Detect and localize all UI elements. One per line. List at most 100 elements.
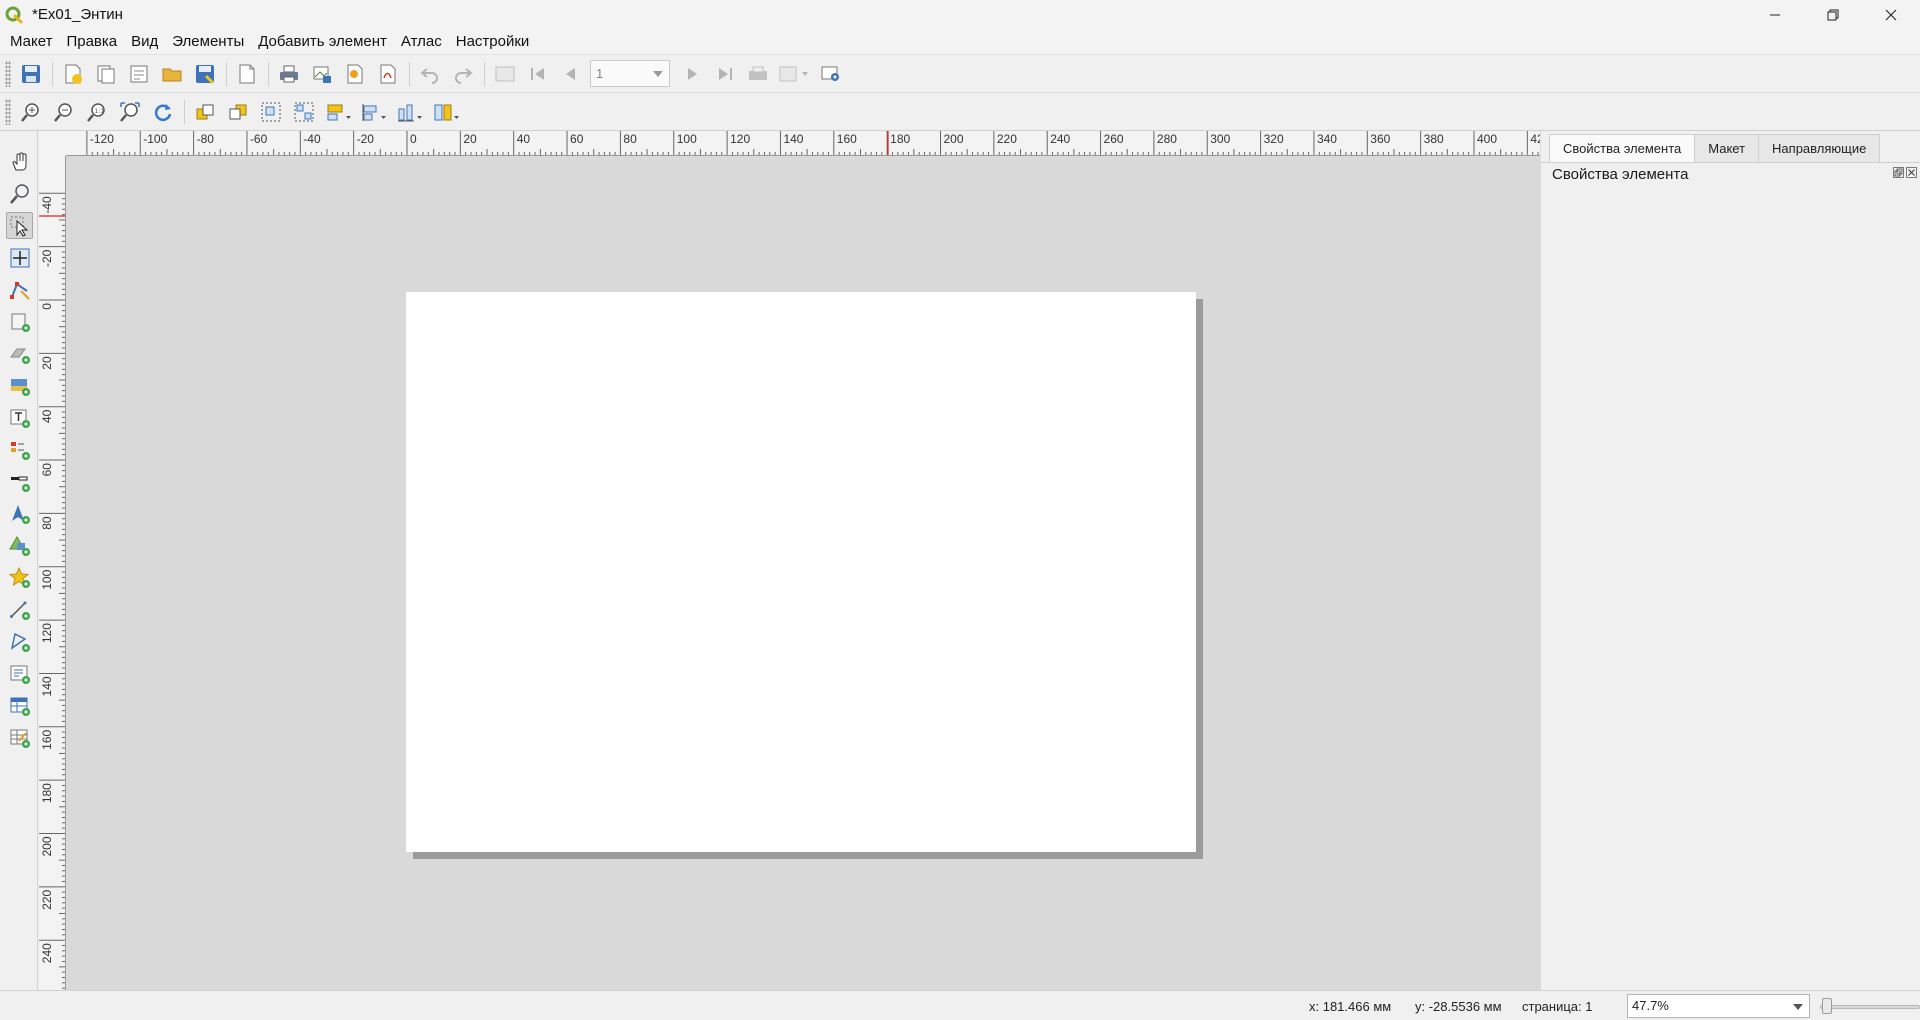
menu-add-item[interactable]: Добавить элемент (251, 29, 394, 54)
dock-close-button[interactable] (1906, 167, 1917, 178)
menu-layout[interactable]: Макет (3, 29, 59, 54)
ruler-label: 40 (517, 132, 531, 146)
toolbar-handle[interactable] (5, 98, 11, 125)
vertical-ruler[interactable]: -40 -20 0 20 40 60 80 100 120 140 160 180 200 220 240 (39, 156, 66, 990)
distribute-button[interactable] (395, 98, 425, 125)
menu-items[interactable]: Элементы (165, 29, 251, 54)
atlas-page-spinbox[interactable]: 1 (590, 60, 670, 87)
tab-layout[interactable]: Макет (1694, 134, 1760, 162)
layout-canvas[interactable] (66, 156, 1540, 990)
zoom-tool-icon (9, 183, 29, 204)
zoom-out-button[interactable] (50, 98, 77, 125)
zoom-in-button[interactable] (17, 98, 44, 125)
new-layout-button[interactable] (59, 60, 86, 87)
zoom-combobox[interactable]: 47.7% (1627, 994, 1810, 1018)
ruler-label: 340 (1317, 132, 1337, 146)
duplicate-layout-button[interactable] (92, 60, 119, 87)
select-move-tool-button[interactable] (6, 212, 33, 239)
save-button[interactable] (17, 60, 44, 87)
ruler-label: 200 (944, 132, 964, 146)
redo-button[interactable] (449, 60, 476, 87)
lower-items-button[interactable] (224, 98, 251, 125)
atlas-settings-button[interactable] (817, 60, 844, 87)
ruler-label: 0 (410, 132, 417, 146)
zoom-tool-button[interactable] (6, 180, 33, 207)
add-pages-button[interactable] (233, 60, 260, 87)
layout-manager-button[interactable] (125, 60, 152, 87)
export-image-icon (313, 66, 331, 83)
add-marker-tool-button[interactable] (6, 564, 33, 591)
previous-feature-button[interactable] (557, 60, 584, 87)
undo-button[interactable] (416, 60, 443, 87)
raise-items-button[interactable] (191, 98, 218, 125)
atlas-print-button[interactable] (744, 60, 771, 87)
atlas-export-button[interactable] (777, 60, 811, 87)
align-top-button[interactable] (359, 98, 389, 125)
align-left-button[interactable] (323, 98, 353, 125)
last-feature-button[interactable] (711, 60, 738, 87)
zoom-actual-button[interactable]: 1:1 (83, 98, 110, 125)
menu-settings[interactable]: Настройки (449, 29, 537, 54)
refresh-button[interactable] (149, 98, 176, 125)
add-label-tool-button[interactable] (6, 404, 33, 431)
ruler-label: 20 (463, 132, 477, 146)
next-feature-button[interactable] (678, 60, 705, 87)
add-north-arrow-tool-button[interactable] (6, 500, 33, 527)
new-layout-icon (65, 64, 82, 84)
group-items-button[interactable] (257, 98, 284, 125)
menu-atlas[interactable]: Атлас (394, 29, 449, 54)
pan-icon (11, 151, 26, 170)
close-window-button[interactable] (1862, 0, 1920, 29)
add-map-tool-button[interactable] (6, 308, 33, 335)
zoom-slider-handle[interactable] (1822, 998, 1832, 1014)
first-feature-button[interactable] (524, 60, 551, 87)
move-content-tool-button[interactable] (6, 244, 33, 271)
cursor-x-readout: x: 181.466 мм (1309, 999, 1392, 1014)
add-polygon-tool-button[interactable] (6, 628, 33, 655)
menu-view[interactable]: Вид (124, 29, 165, 54)
lower-items-icon (229, 104, 246, 119)
add-fixed-table-tool-button[interactable] (6, 724, 33, 751)
ungroup-items-button[interactable] (290, 98, 317, 125)
tab-guides[interactable]: Направляющие (1758, 134, 1881, 162)
atlas-preview-button[interactable] (491, 60, 518, 87)
resize-button[interactable] (431, 98, 461, 125)
dock-panel-title: Свойства элемента (1552, 166, 1689, 183)
add-legend-tool-button[interactable] (6, 436, 33, 463)
print-button[interactable] (275, 60, 302, 87)
add-shape-tool-button[interactable] (6, 532, 33, 559)
save-icon (21, 64, 40, 83)
svg-text:1:1: 1:1 (94, 108, 104, 115)
export-pdf-button[interactable] (374, 60, 401, 87)
export-svg-button[interactable] (341, 60, 368, 87)
add-attribute-table-tool-button[interactable] (6, 692, 33, 719)
tab-item-properties[interactable]: Свойства элемента (1549, 134, 1696, 163)
dock-float-button[interactable] (1893, 167, 1904, 178)
ruler-label: -100 (143, 132, 167, 146)
open-template-button[interactable] (158, 60, 185, 87)
next-feature-icon (687, 67, 697, 80)
add-picture-tool-button[interactable] (6, 372, 33, 399)
zoom-actual-icon: 1:1 (86, 102, 105, 122)
minimize-button[interactable] (1746, 0, 1804, 29)
menu-edit[interactable]: Правка (59, 29, 124, 54)
export-image-button[interactable] (308, 60, 335, 87)
align-top-icon (362, 103, 386, 121)
add-polyline-icon (9, 601, 30, 620)
ruler-label: 260 (1104, 132, 1124, 146)
layout-page[interactable] (406, 292, 1196, 852)
zoom-full-button[interactable] (116, 98, 143, 125)
add-polyline-tool-button[interactable] (6, 596, 33, 623)
horizontal-ruler[interactable]: -120 -100 -80 -60 -40 -20 0 20 40 60 80 100 120 140 16… (66, 131, 1540, 156)
restore-button[interactable] (1804, 0, 1862, 29)
distribute-icon (398, 104, 422, 121)
save-template-button[interactable] (191, 60, 218, 87)
add-html-tool-button[interactable] (6, 660, 33, 687)
add-scalebar-tool-button[interactable] (6, 468, 33, 495)
toolbar-handle[interactable] (5, 60, 11, 87)
edit-nodes-tool-button[interactable] (6, 276, 33, 303)
add-3d-map-tool-button[interactable] (6, 340, 33, 367)
pan-tool-button[interactable] (6, 148, 33, 175)
zoom-slider[interactable] (1820, 1005, 1920, 1009)
ruler-label: 160 (40, 729, 54, 749)
